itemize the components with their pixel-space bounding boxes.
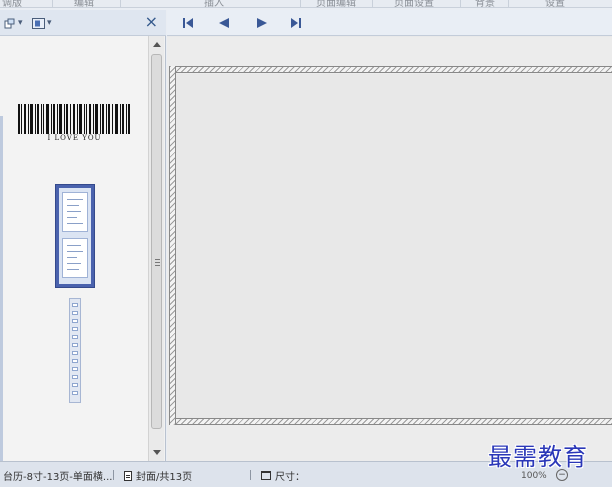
page-border-top: [169, 66, 612, 73]
page-layout-dropdown[interactable]: ▾: [4, 16, 23, 30]
last-page-icon: [291, 18, 301, 28]
page-layout-icon: [4, 18, 15, 28]
next-page-icon: [256, 18, 267, 28]
thumbnail-view-dropdown[interactable]: ▾: [32, 16, 52, 30]
chevron-down-icon: ▾: [18, 18, 23, 28]
watermark-logo: 最需教育: [488, 443, 588, 471]
scrollbar-thumb[interactable]: [151, 54, 162, 429]
size-indicator: 尺寸：: [261, 468, 305, 483]
thumbnail-view-icon: [32, 17, 45, 29]
page-content[interactable]: [176, 74, 612, 418]
ribbon-group-label: 设置: [545, 0, 565, 8]
document-icon: [124, 470, 132, 481]
page-border-bottom: [169, 418, 612, 425]
page-thumbnail[interactable]: [69, 298, 81, 403]
zoom-level: 100%: [521, 471, 547, 481]
size-indicator-text: 尺寸：: [275, 472, 305, 483]
size-icon: [261, 471, 271, 480]
template-name-text: 台历-8寸-13页-单面横...: [3, 472, 113, 483]
grip-icon: [155, 259, 160, 266]
page-indicator-text: 封面/共13页: [136, 472, 193, 483]
thumbnail-panel-toolbar: ▾ ▾ ×: [0, 10, 166, 36]
thumbnail-panel: ▾ ▾ × I LOVE YOU: [0, 10, 166, 486]
first-page-button[interactable]: [177, 14, 199, 32]
ribbon-group-label: 背景: [475, 0, 495, 8]
prev-page-icon: [218, 18, 229, 28]
page-indicator: 封面/共13页: [124, 468, 192, 483]
thumbnail-scrollbar[interactable]: [148, 36, 164, 461]
thumbnail-list[interactable]: I LOVE YOU: [0, 36, 148, 486]
page-navigation-bar: [167, 10, 612, 36]
ribbon-group-label: 插入: [204, 0, 224, 8]
ribbon-group-label: 页面编辑: [316, 0, 356, 8]
page-thumbnail-selected[interactable]: [55, 184, 95, 288]
close-panel-button[interactable]: ×: [145, 13, 158, 31]
page-border-left: [169, 66, 176, 425]
scroll-up-icon[interactable]: [153, 42, 161, 47]
ribbon-group-label: 调版: [2, 0, 22, 8]
barcode-caption: I LOVE YOU: [47, 134, 102, 142]
last-page-button[interactable]: [285, 14, 307, 32]
ribbon-group-label: 编辑: [74, 0, 94, 8]
template-name: 台历-8寸-13页-单面横...: [3, 468, 112, 483]
barcode-image: [18, 104, 130, 134]
first-page-icon: [183, 18, 193, 28]
page-canvas[interactable]: [167, 37, 612, 461]
close-icon: ×: [144, 12, 158, 31]
prev-page-button[interactable]: [212, 14, 234, 32]
scroll-down-icon[interactable]: [153, 450, 161, 455]
ribbon-group-labels: 调版 编辑 插入 页面编辑 页面设置 背景 设置: [0, 0, 612, 8]
chevron-down-icon: ▾: [47, 18, 52, 28]
next-page-button[interactable]: [251, 14, 273, 32]
page-editor: [167, 10, 612, 461]
ribbon-group-label: 页面设置: [394, 0, 434, 8]
